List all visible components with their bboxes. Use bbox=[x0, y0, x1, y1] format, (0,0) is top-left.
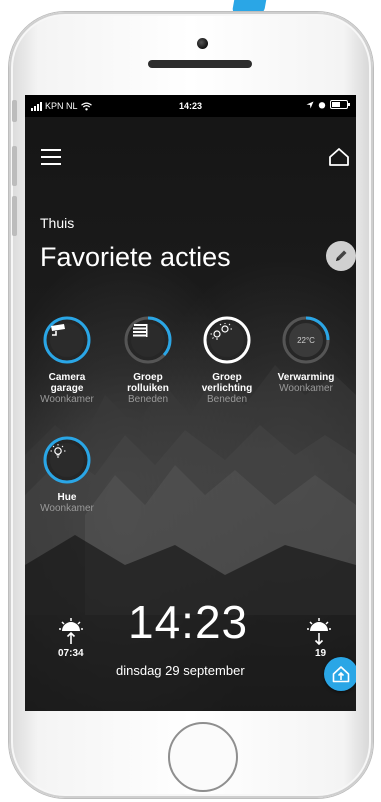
heating-temperature: 22°C bbox=[297, 335, 315, 345]
home-button[interactable] bbox=[168, 722, 238, 792]
action-name-line1: Hue bbox=[57, 492, 77, 503]
action-name-line1: Verwarming bbox=[277, 372, 335, 383]
volume-down-button bbox=[12, 196, 17, 236]
action-name-line1: Camera bbox=[48, 372, 86, 383]
action-hue[interactable]: Hue Woonkamer bbox=[25, 436, 110, 514]
light-bulbs-icon bbox=[210, 323, 232, 340]
action-room: Woonkamer bbox=[279, 383, 333, 394]
hue-action-ring[interactable] bbox=[43, 436, 91, 484]
status-right-group bbox=[306, 100, 350, 109]
camera-action-ring[interactable] bbox=[43, 316, 91, 364]
action-verwarming[interactable]: 22°C Verwarming Woonkamer bbox=[263, 316, 349, 394]
edit-button[interactable] bbox=[326, 241, 356, 271]
phone-screen: KPN NL 14:23 Thuis Favoriete acties Came… bbox=[25, 95, 356, 711]
volume-up-button bbox=[12, 146, 17, 186]
action-room: Beneden bbox=[127, 394, 169, 405]
lights-action-ring[interactable] bbox=[203, 316, 251, 364]
sunset-time: 19 bbox=[315, 648, 327, 659]
home-arrow-icon bbox=[332, 666, 350, 683]
clock-time: 14:23 bbox=[128, 596, 249, 648]
clock-date: dinsdag 29 september bbox=[116, 663, 245, 678]
action-room: Beneden bbox=[206, 394, 248, 405]
shutters-action-ring[interactable] bbox=[124, 316, 172, 364]
action-groep-rolluiken[interactable]: Groep rolluiken Beneden bbox=[105, 316, 191, 405]
action-room: Woonkamer bbox=[40, 394, 94, 405]
alarm-icon bbox=[318, 101, 326, 108]
pencil-icon bbox=[336, 250, 347, 261]
roller-shutter-icon bbox=[133, 324, 148, 337]
home-action-button[interactable] bbox=[324, 657, 356, 691]
hamburger-menu-icon[interactable] bbox=[41, 149, 61, 165]
sunrise-icon bbox=[59, 618, 83, 644]
heating-action-ring[interactable]: 22°C bbox=[282, 316, 330, 364]
action-room: Woonkamer bbox=[40, 503, 94, 514]
status-bar: KPN NL 14:23 bbox=[25, 95, 356, 117]
front-camera bbox=[197, 38, 208, 49]
page-subtitle: Thuis bbox=[40, 215, 75, 231]
mute-switch bbox=[12, 100, 17, 122]
house-outline-icon[interactable] bbox=[328, 147, 350, 167]
earpiece-speaker bbox=[148, 60, 252, 68]
action-name-line1: Groep bbox=[133, 372, 163, 383]
action-groep-verlichting[interactable]: Groep verlichting Beneden bbox=[184, 316, 270, 405]
action-name-line2: rolluiken bbox=[127, 383, 169, 394]
sunset-icon bbox=[307, 618, 331, 645]
action-camera-garage[interactable]: Camera garage Woonkamer bbox=[25, 316, 110, 405]
page-title: Favoriete acties bbox=[40, 242, 231, 272]
light-bulb-icon bbox=[50, 444, 66, 458]
action-name-line2: verlichting bbox=[201, 383, 253, 394]
battery-icon bbox=[330, 100, 350, 109]
action-name-line1: Groep bbox=[212, 372, 242, 383]
action-name-line2: garage bbox=[50, 383, 84, 394]
location-icon bbox=[306, 101, 314, 108]
sunrise-time: 07:34 bbox=[58, 648, 84, 659]
security-camera-icon bbox=[51, 324, 65, 336]
